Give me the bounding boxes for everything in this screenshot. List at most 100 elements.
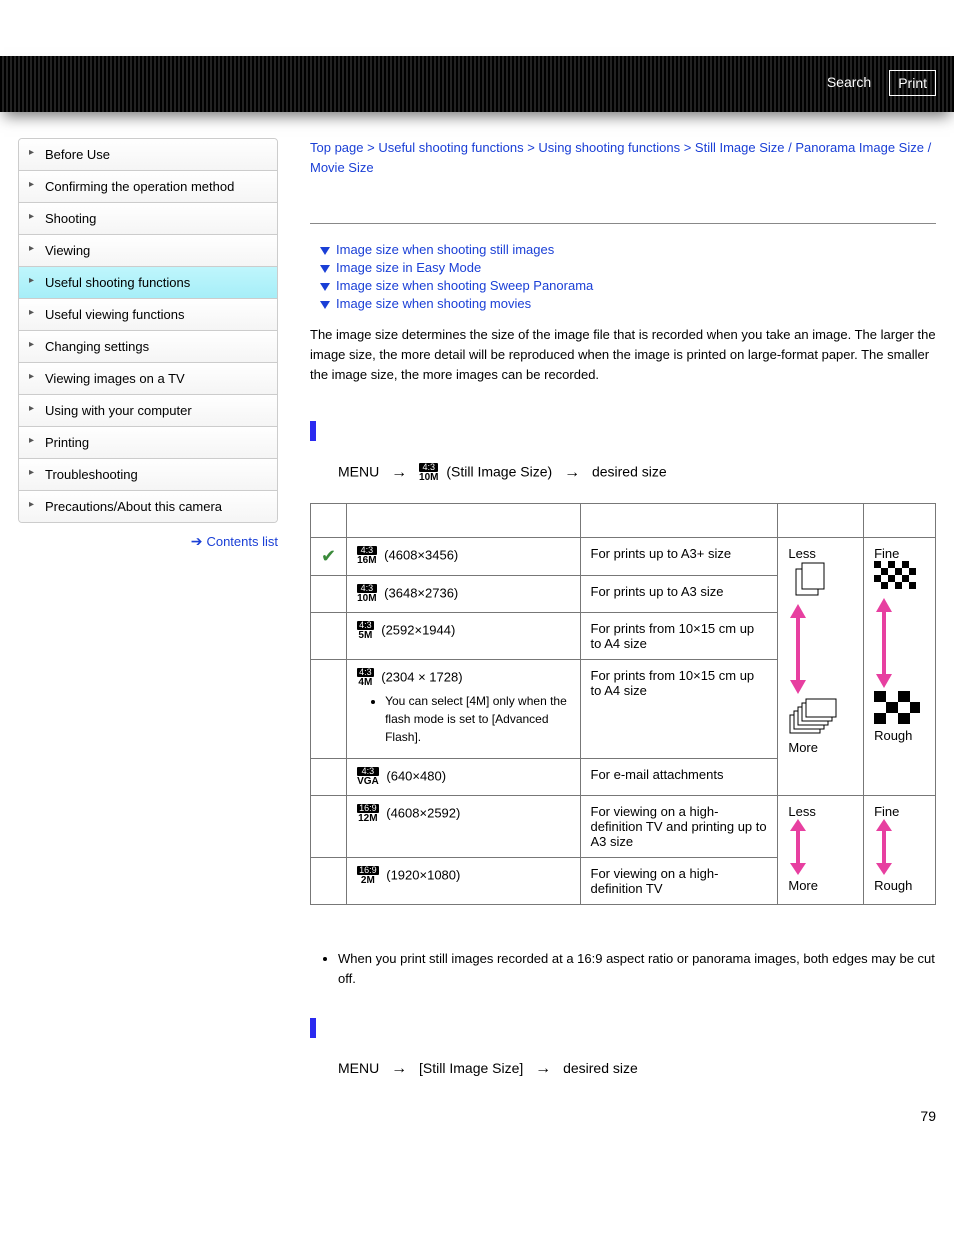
size-badge-icon: 4:3VGA (357, 767, 379, 787)
sidebar-item[interactable]: Useful viewing functions (19, 299, 277, 331)
dims: (3648×2736) (384, 586, 458, 601)
scale-fine: Fine (874, 804, 925, 819)
usage: For e-mail attachments (580, 759, 778, 796)
many-pages-icon (788, 697, 838, 737)
double-arrow-icon (788, 604, 808, 694)
divider (310, 223, 936, 224)
check-icon: ✔ (321, 546, 336, 566)
breadcrumb-link[interactable]: Top page (310, 140, 364, 155)
quality-scale-cell: Fine Rough (864, 538, 936, 796)
usage: For prints up to A3 size (580, 576, 778, 613)
dims: (640×480) (386, 769, 446, 784)
sidebar-item[interactable]: Shooting (19, 203, 277, 235)
usage: For viewing on a high-definition TV (580, 858, 778, 905)
page-number: 79 (310, 1108, 936, 1124)
sidebar-item-active[interactable]: Useful shooting functions (19, 267, 277, 299)
anchor-link[interactable]: Image size when shooting movies (336, 296, 531, 311)
breadcrumb-link[interactable]: Using shooting functions (538, 140, 680, 155)
size-badge-icon: 4:316M (357, 546, 376, 566)
sidebar-item[interactable]: Before Use (19, 139, 277, 171)
scale-rough: Rough (874, 878, 925, 893)
anchor-link[interactable]: Image size in Easy Mode (336, 260, 481, 275)
table-row: ✔ 4:316M (4608×3456) For prints up to A3… (311, 538, 936, 576)
anchor-link[interactable]: Image size when shooting still images (336, 242, 554, 257)
dims: (4608×3456) (384, 548, 458, 563)
dims: (2592×1944) (381, 623, 455, 638)
table-row: 16:912M (4608×2592) For viewing on a hig… (311, 796, 936, 858)
menu-path: MENU 4:310M (Still Image Size) desired s… (338, 463, 936, 483)
images-scale-cell: Less More (778, 538, 864, 796)
usage: For viewing on a high-definition TV and … (580, 796, 778, 858)
sidebar-item[interactable]: Viewing (19, 235, 277, 267)
breadcrumb: Top page > Useful shooting functions > U… (310, 138, 936, 177)
dims: (4608×2592) (386, 806, 460, 821)
scale-more: More (788, 740, 853, 755)
header-bar: Search Print (0, 56, 954, 112)
size-badge-icon: 16:912M (357, 804, 379, 824)
breadcrumb-link[interactable]: Useful shooting functions (378, 140, 523, 155)
fine-checker-icon (874, 561, 920, 595)
sidebar-nav: Before Use Confirming the operation meth… (18, 138, 278, 523)
row-note: You can select [4M] only when the flash … (385, 692, 569, 746)
section-marker (310, 1018, 316, 1038)
triangle-down-icon (320, 301, 330, 309)
usage: For prints up to A3+ size (580, 538, 778, 576)
rough-checker-icon (874, 691, 920, 725)
arrow-right-icon: ➔ (191, 533, 203, 549)
sidebar-item[interactable]: Changing settings (19, 331, 277, 363)
dims: (1920×1080) (386, 868, 460, 883)
arrow-icon (391, 464, 407, 482)
triangle-down-icon (320, 247, 330, 255)
arrow-icon (535, 1060, 551, 1078)
size-badge-icon: 4:310M (419, 463, 438, 483)
menu-dest: desired size (592, 464, 667, 480)
size-table: ✔ 4:316M (4608×3456) For prints up to A3… (310, 503, 936, 905)
few-pages-icon (788, 561, 834, 601)
usage: For prints from 10×15 cm up to A4 size (580, 660, 778, 759)
anchor-link[interactable]: Image size when shooting Sweep Panorama (336, 278, 593, 293)
sidebar-item[interactable]: Printing (19, 427, 277, 459)
menu-path-2: MENU [Still Image Size] desired size (338, 1060, 936, 1078)
arrow-icon (564, 464, 580, 482)
sidebar-item[interactable]: Viewing images on a TV (19, 363, 277, 395)
breadcrumb-sep: > (680, 140, 695, 155)
triangle-down-icon (320, 283, 330, 291)
scale-rough: Rough (874, 728, 925, 743)
usage: For prints from 10×15 cm up to A4 size (580, 613, 778, 660)
scale-fine: Fine (874, 546, 925, 561)
quality-scale-cell-2: Fine Rough (864, 796, 936, 905)
double-arrow-icon (874, 598, 894, 688)
search-link[interactable]: Search (819, 70, 879, 96)
arrow-icon (391, 1060, 407, 1078)
double-arrow-icon (874, 819, 894, 875)
note-item: When you print still images recorded at … (338, 949, 936, 988)
scale-more: More (788, 878, 853, 893)
sidebar-item[interactable]: Precautions/About this camera (19, 491, 277, 522)
images-scale-cell-2: Less More (778, 796, 864, 905)
menu-label: MENU (338, 1060, 379, 1076)
section-marker (310, 421, 316, 441)
sidebar-item[interactable]: Troubleshooting (19, 459, 277, 491)
size-badge-icon: 16:92M (357, 866, 379, 886)
breadcrumb-sep: > (364, 140, 379, 155)
table-header-row (311, 504, 936, 538)
print-button[interactable]: Print (889, 70, 936, 96)
contents-list-link[interactable]: Contents list (206, 534, 278, 549)
note-list: When you print still images recorded at … (338, 949, 936, 988)
menu-label: MENU (338, 464, 379, 480)
dims: (2304 × 1728) (381, 670, 462, 685)
main-content: Top page > Useful shooting functions > U… (278, 138, 936, 1124)
size-badge-icon: 4:34M (357, 668, 374, 688)
sidebar-item[interactable]: Confirming the operation method (19, 171, 277, 203)
sidebar-item[interactable]: Using with your computer (19, 395, 277, 427)
menu-dest: desired size (563, 1060, 638, 1076)
menu-item-label: [Still Image Size] (419, 1060, 523, 1076)
page-anchor-links: Image size when shooting still images Im… (320, 242, 936, 311)
intro-text: The image size determines the size of th… (310, 325, 936, 385)
breadcrumb-sep: > (524, 140, 539, 155)
scale-less: Less (788, 804, 853, 819)
triangle-down-icon (320, 265, 330, 273)
scale-less: Less (788, 546, 853, 561)
sidebar: Before Use Confirming the operation meth… (18, 138, 278, 1124)
double-arrow-icon (788, 819, 808, 875)
